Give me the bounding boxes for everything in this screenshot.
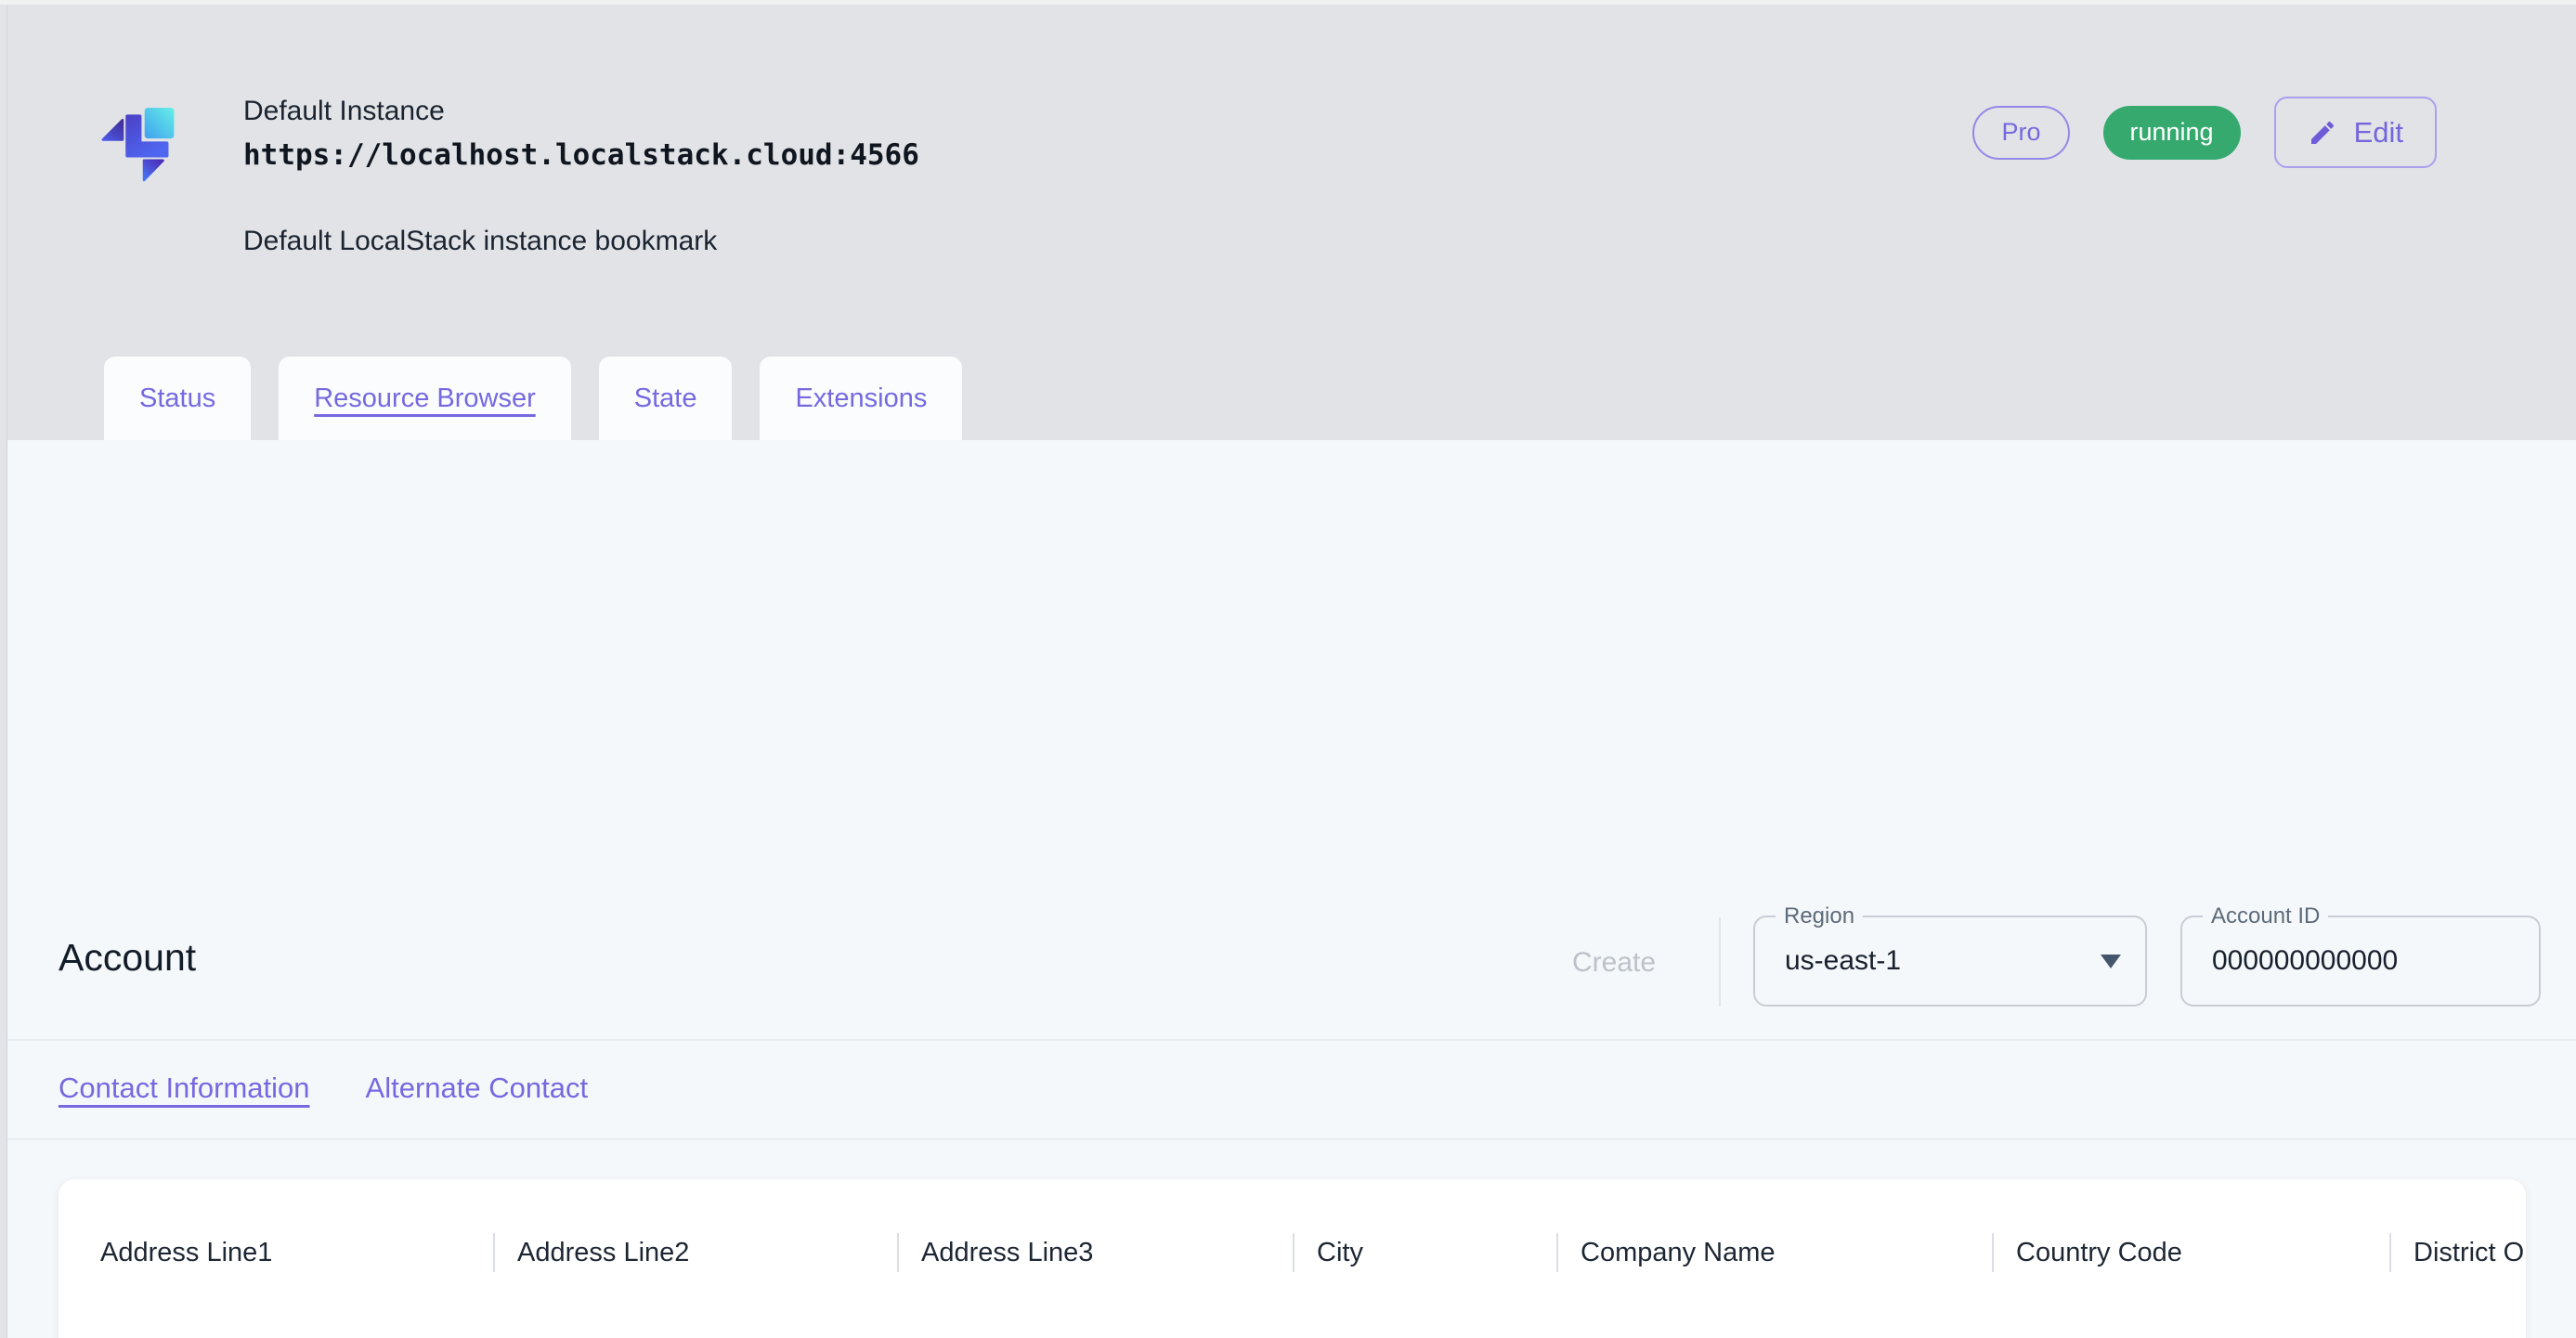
- column-header-country-code[interactable]: Country Code: [1992, 1233, 2389, 1272]
- column-header-address-line1[interactable]: Address Line1: [100, 1233, 493, 1272]
- toolbar-divider: [1719, 917, 1721, 1007]
- subtab-alternate-contact[interactable]: Alternate Contact: [366, 1072, 589, 1105]
- tab-resource-browser[interactable]: Resource Browser: [279, 357, 571, 440]
- column-header-district[interactable]: District Or: [2389, 1233, 2526, 1272]
- instance-url: https://localhost.localstack.cloud:4566: [243, 134, 919, 176]
- resource-browser-panel: Account Create Region us-east-1 Account …: [0, 440, 2576, 1338]
- tab-state[interactable]: State: [599, 357, 733, 440]
- column-header-city[interactable]: City: [1293, 1233, 1556, 1272]
- edit-button[interactable]: Edit: [2274, 97, 2437, 168]
- window-top-edge: [0, 0, 2576, 5]
- account-subtabs: Contact Information Alternate Contact: [59, 1072, 588, 1105]
- create-button[interactable]: Create: [1572, 947, 1656, 979]
- column-header-company-name[interactable]: Company Name: [1556, 1233, 1992, 1272]
- account-id-value: 000000000000: [2212, 917, 2398, 1005]
- instance-tabs: Status Resource Browser State Extensions: [104, 357, 962, 440]
- instance-title: Default Instance: [243, 93, 919, 130]
- status-badge: running: [2103, 106, 2241, 160]
- tab-extensions[interactable]: Extensions: [760, 357, 962, 440]
- window-left-edge: [0, 0, 7, 1338]
- divider: [0, 1138, 2576, 1140]
- instance-subtitle: Default LocalStack instance bookmark: [243, 223, 919, 260]
- column-header-address-line3[interactable]: Address Line3: [897, 1233, 1293, 1272]
- divider: [0, 1039, 2576, 1041]
- localstack-instance-page: Default Instance https://localhost.local…: [0, 0, 2576, 1338]
- region-select[interactable]: Region us-east-1: [1753, 916, 2147, 1007]
- header-actions: Pro running Edit: [1972, 97, 2437, 168]
- pencil-icon: [2308, 118, 2337, 148]
- page-title: Account: [59, 936, 196, 980]
- instance-header: Default Instance https://localhost.local…: [0, 0, 2576, 440]
- contact-information-card: Address Line1 Address Line2 Address Line…: [59, 1179, 2526, 1338]
- subtab-contact-information[interactable]: Contact Information: [59, 1072, 310, 1105]
- pro-badge: Pro: [1972, 106, 2069, 160]
- column-header-address-line2[interactable]: Address Line2: [493, 1233, 897, 1272]
- table-header-row: Address Line1 Address Line2 Address Line…: [100, 1233, 2526, 1272]
- chevron-down-icon: [2101, 955, 2121, 968]
- account-id-field[interactable]: Account ID 000000000000: [2180, 916, 2541, 1007]
- edit-button-label: Edit: [2354, 116, 2403, 149]
- tab-status[interactable]: Status: [104, 357, 251, 440]
- region-value: us-east-1: [1785, 917, 1901, 1005]
- localstack-logo-icon: [88, 80, 211, 215]
